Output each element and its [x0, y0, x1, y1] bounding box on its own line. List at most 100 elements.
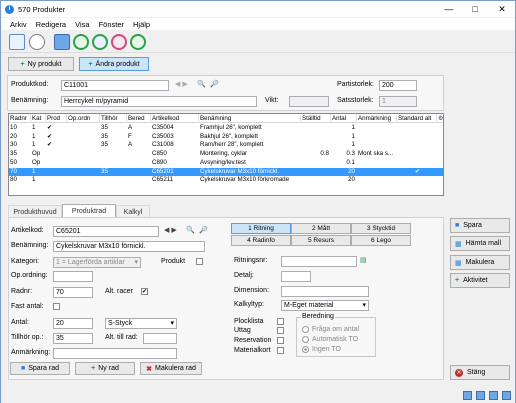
sync-icon[interactable]: [92, 34, 108, 50]
hamta-mall-button[interactable]: ▦ Hämta mall: [450, 236, 510, 251]
menu-fonster[interactable]: Fönster: [99, 20, 124, 29]
col-benamning[interactable]: Benämning: [199, 114, 301, 123]
rtab-matt[interactable]: 2 Mått: [291, 223, 351, 234]
table-row[interactable]: 30 1 ✔ 35 A C31008 Ram/herr 28", komplett 1: [9, 141, 443, 150]
cell-kat: 1: [32, 176, 36, 184]
cell-radnr: 50: [10, 158, 17, 166]
ingen-radio[interactable]: [302, 346, 309, 353]
menu-redigera[interactable]: Redigera: [36, 20, 66, 29]
spara-rad-button[interactable]: ■ Spara rad: [10, 362, 70, 375]
menu-arkiv[interactable]: Arkiv: [10, 20, 27, 29]
nav-arrows-icon[interactable]: ◀ ▶: [175, 80, 188, 88]
comment-icon[interactable]: [29, 34, 45, 50]
tab-produktrad[interactable]: Produktrad: [62, 204, 116, 218]
ritningsnr-input[interactable]: [281, 256, 357, 267]
alttillrad-input[interactable]: [143, 333, 177, 344]
produktkod-input[interactable]: C11001: [61, 80, 169, 91]
col-radnr[interactable]: Radnr: [9, 114, 31, 123]
spara-button[interactable]: ■ Spara: [450, 218, 510, 233]
save-icon: ■: [21, 365, 26, 372]
col-opordn[interactable]: Op.ordn: [67, 114, 100, 123]
partistorlek-input[interactable]: 200: [379, 80, 417, 91]
update-icon[interactable]: [130, 34, 146, 50]
rtab-radinfo[interactable]: 4 Radinfo: [231, 235, 291, 246]
cycle-icon[interactable]: [111, 34, 127, 50]
minimize-icon[interactable]: —: [436, 1, 462, 17]
table-row[interactable]: 20 1 ✔ 35 F C35003 Bakhjul 26", komplett 1: [9, 133, 443, 142]
makulera-button[interactable]: ▦ Makulera: [450, 255, 510, 270]
list-icon[interactable]: [9, 34, 25, 50]
makulera-rad-button[interactable]: ✖ Makulera rad: [140, 362, 202, 375]
produkt-checkbox[interactable]: [196, 258, 203, 265]
tillhor-input[interactable]: 35: [53, 333, 93, 344]
column-settings-icon[interactable]: ⚙: [437, 114, 443, 123]
rtab-resurs[interactable]: 5 Resurs: [291, 235, 351, 246]
chevron-down-icon: ▾: [362, 302, 366, 309]
col-prod[interactable]: Prod: [46, 114, 67, 123]
reservation-checkbox[interactable]: [277, 337, 284, 344]
col-bered[interactable]: Bered: [127, 114, 151, 123]
col-antal[interactable]: Antal: [331, 114, 357, 123]
aktivitet-button[interactable]: + Aktivitet: [450, 273, 510, 288]
artikelkod-input[interactable]: C65201: [53, 226, 159, 237]
kalkyltyp-select[interactable]: M-Eget material ▾: [281, 300, 369, 311]
col-anmarkning[interactable]: Anmärkning: [357, 114, 397, 123]
search-advanced-icon[interactable]: 🔎: [199, 226, 208, 234]
cell-antal: 1: [351, 141, 355, 149]
plus-icon: +: [91, 365, 96, 372]
opordning-input[interactable]: [53, 271, 93, 282]
radnr-input[interactable]: 70: [53, 287, 93, 298]
table-row[interactable]: 35 Op C850 Montering, cyklar 0.8 0.3 Mont ska …: [9, 150, 443, 159]
search-advanced-icon[interactable]: 🔎: [210, 80, 219, 88]
enhet-select[interactable]: S-Styck ▾: [105, 318, 177, 329]
plocklista-checkbox[interactable]: [277, 318, 284, 325]
col-artikelkod[interactable]: Artikelkod: [151, 114, 199, 123]
benamning-input[interactable]: Herrcykel m/pyramid: [61, 96, 257, 107]
table-row[interactable]: 10 1 ✔ 35 A C35004 Framhjul 26", komplett 1: [9, 124, 443, 133]
rtab-stycktid[interactable]: 3 Stycktid: [351, 223, 411, 234]
new-product-button[interactable]: + Ny produkt: [8, 57, 74, 71]
anmarkning-input[interactable]: [53, 348, 177, 359]
rtab-lego[interactable]: 6 Lego: [351, 235, 411, 246]
stang-button[interactable]: ✕ Stäng: [450, 365, 510, 380]
table-row[interactable]: 70 1 35 C65201 Cykelskruvar M3x10 förnickl. 2…: [9, 167, 443, 177]
rtab-ritning[interactable]: 1 Ritning: [231, 223, 291, 234]
form-icon[interactable]: [54, 34, 70, 50]
satsstorlek-input[interactable]: 1: [379, 96, 417, 107]
table-row[interactable]: 50 Op C890 Avsyning/lev.test 0.1: [9, 158, 443, 168]
cell-radnr: 70: [10, 167, 17, 175]
detalj-input[interactable]: [281, 271, 311, 282]
col-kat[interactable]: Kat: [31, 114, 46, 123]
nav-arrows-icon[interactable]: ◀ ▶: [164, 226, 177, 234]
materialkort-checkbox[interactable]: [277, 347, 284, 354]
dimension-input[interactable]: [281, 286, 369, 297]
search-icon[interactable]: 🔍: [186, 226, 195, 234]
col-stalltid[interactable]: Ställtid: [301, 114, 331, 123]
search-icon[interactable]: 🔍: [197, 80, 206, 88]
cell-benamning: Framhjul 26", komplett: [200, 124, 262, 131]
fraga-radio[interactable]: [302, 326, 309, 333]
fastantal-checkbox[interactable]: [53, 303, 60, 310]
tillhor-label: Tillhör op.:: [11, 334, 44, 341]
close-icon[interactable]: ✕: [489, 1, 515, 17]
cell-artikelkod: C35004: [152, 124, 174, 131]
antal-input[interactable]: 20: [53, 318, 93, 329]
kategori-select[interactable]: 1 = Lagerförda artiklar ▾: [53, 257, 141, 268]
vikt-input[interactable]: [289, 96, 329, 107]
refresh-icon[interactable]: [73, 34, 89, 50]
ny-rad-button[interactable]: + Ny rad: [75, 362, 135, 375]
drawing-icon[interactable]: ▤: [360, 256, 367, 264]
form-benamning-input[interactable]: Cykelskruvar M3x10 förnickl.: [53, 241, 205, 252]
col-tillhor[interactable]: Tillhör: [100, 114, 127, 123]
ingen-label: Ingen TO: [312, 346, 341, 353]
uttag-checkbox[interactable]: [277, 327, 284, 334]
col-standard[interactable]: Standard alt: [397, 114, 437, 123]
cell-benamning: Montering, cyklar: [200, 150, 248, 158]
altracer-checkbox[interactable]: ✔: [141, 288, 148, 295]
maximize-icon[interactable]: □: [462, 1, 488, 17]
table-row[interactable]: 80 1 C65211 Cykelskruvar M3x10 förkromade 20: [9, 176, 443, 185]
menu-visa[interactable]: Visa: [75, 20, 89, 29]
menu-hjalp[interactable]: Hjälp: [133, 20, 150, 29]
automatisk-radio[interactable]: [302, 336, 309, 343]
edit-product-button[interactable]: + Ändra produkt: [79, 57, 149, 71]
